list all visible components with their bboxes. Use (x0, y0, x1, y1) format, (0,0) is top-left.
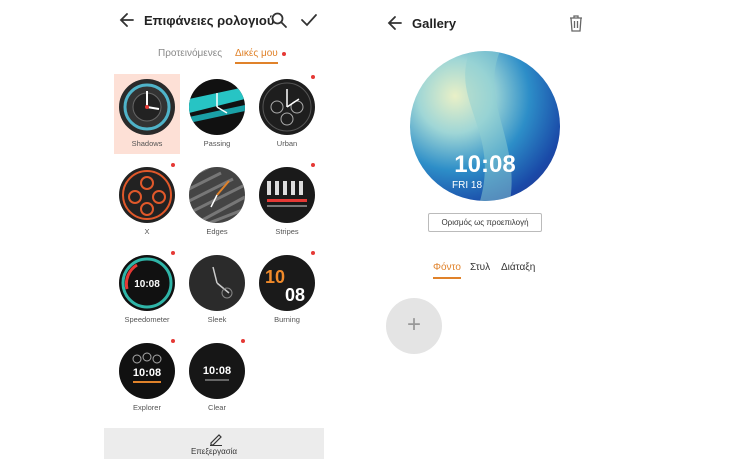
notification-dot (282, 52, 286, 56)
face-label: Sleek (207, 315, 227, 324)
tab-style[interactable]: Στυλ (470, 262, 490, 273)
check-icon[interactable] (300, 11, 318, 29)
face-item-speedometer[interactable]: 10:08 Speedometer (114, 250, 180, 330)
face-tabs: Προτεινόμενες Δικές μου (104, 46, 324, 66)
face-thumbnail (189, 167, 245, 223)
back-arrow-icon[interactable] (118, 11, 136, 29)
face-thumbnail: 10:08 (119, 343, 175, 399)
watch-faces-panel: Επιφάνειες ρολογιού Προτεινόμενες Δικές … (104, 0, 324, 459)
tab-layout[interactable]: Διάταξη (501, 262, 535, 273)
face-item-burning[interactable]: 10 08 Burning (254, 250, 320, 330)
face-thumbnail: 10:08 (119, 255, 175, 311)
top-bar: Επιφάνειες ρολογιού (104, 8, 324, 34)
face-label: X (144, 227, 150, 236)
face-thumbnail (119, 79, 175, 135)
face-item-x[interactable]: X (114, 162, 180, 242)
face-thumbnail (259, 79, 315, 135)
plus-icon: + (406, 311, 421, 338)
face-item-urban[interactable]: Urban (254, 74, 320, 154)
face-label: Stripes (275, 227, 299, 236)
face-item-sleek[interactable]: Sleek (184, 250, 250, 330)
tab-background[interactable]: Φόντο (433, 262, 461, 279)
notification-dot (241, 339, 245, 343)
face-minute: 08 (285, 285, 305, 305)
page-title: Επιφάνειες ρολογιού (144, 13, 275, 28)
tab-mine[interactable]: Δικές μου (235, 48, 278, 64)
preview-date: FRI 18 (452, 180, 483, 191)
set-default-button[interactable]: Ορισμός ως προεπιλογή (428, 213, 542, 232)
face-thumbnail (119, 167, 175, 223)
search-icon[interactable] (270, 11, 288, 29)
notification-dot (311, 251, 315, 255)
face-label: Edges (206, 227, 228, 236)
face-item-explorer[interactable]: 10:08 Explorer (114, 338, 180, 418)
face-label: Burning (274, 315, 300, 324)
watch-face-preview: 10:08 FRI 18 (410, 51, 560, 201)
notification-dot (171, 163, 175, 167)
face-label: Explorer (133, 403, 161, 412)
face-item-edges[interactable]: Edges (184, 162, 250, 242)
page-title: Gallery (412, 16, 457, 31)
trash-icon[interactable] (568, 14, 584, 32)
face-item-clear[interactable]: 10:08 Clear (184, 338, 250, 418)
face-hour: 10 (265, 267, 285, 287)
face-thumbnail (189, 255, 245, 311)
face-label: Urban (276, 139, 298, 148)
notification-dot (311, 163, 315, 167)
face-thumbnail: 10 08 (259, 255, 315, 311)
face-thumbnail (259, 167, 315, 223)
face-label: Speedometer (124, 315, 170, 324)
notification-dot (171, 339, 175, 343)
face-time: 10:08 (134, 279, 160, 290)
tab-recommended[interactable]: Προτεινόμενες (158, 48, 222, 59)
edit-label: Επεξεργασία (190, 447, 238, 456)
notification-dot (171, 251, 175, 255)
face-item-passing[interactable]: Passing (184, 74, 250, 154)
face-label: Passing (203, 139, 231, 148)
back-arrow-icon[interactable] (386, 14, 404, 32)
gallery-panel: Gallery 10:08 FRI 18 Ορισμός ως προεπιλο… (376, 0, 596, 459)
face-thumbnail (189, 79, 245, 135)
pencil-icon (210, 434, 222, 446)
face-thumbnail: 10:08 (189, 343, 245, 399)
notification-dot (311, 75, 315, 79)
face-time: 10:08 (133, 367, 161, 379)
face-label: Clear (208, 403, 226, 412)
face-item-stripes[interactable]: Stripes (254, 162, 320, 242)
preview-time: 10:08 (454, 151, 516, 178)
face-time: 10:08 (203, 365, 231, 377)
add-image-button[interactable]: + (386, 298, 442, 354)
face-item-shadows[interactable]: Shadows (114, 74, 180, 154)
edit-bar[interactable]: Επεξεργασία (104, 428, 324, 459)
face-label: Shadows (131, 139, 163, 148)
